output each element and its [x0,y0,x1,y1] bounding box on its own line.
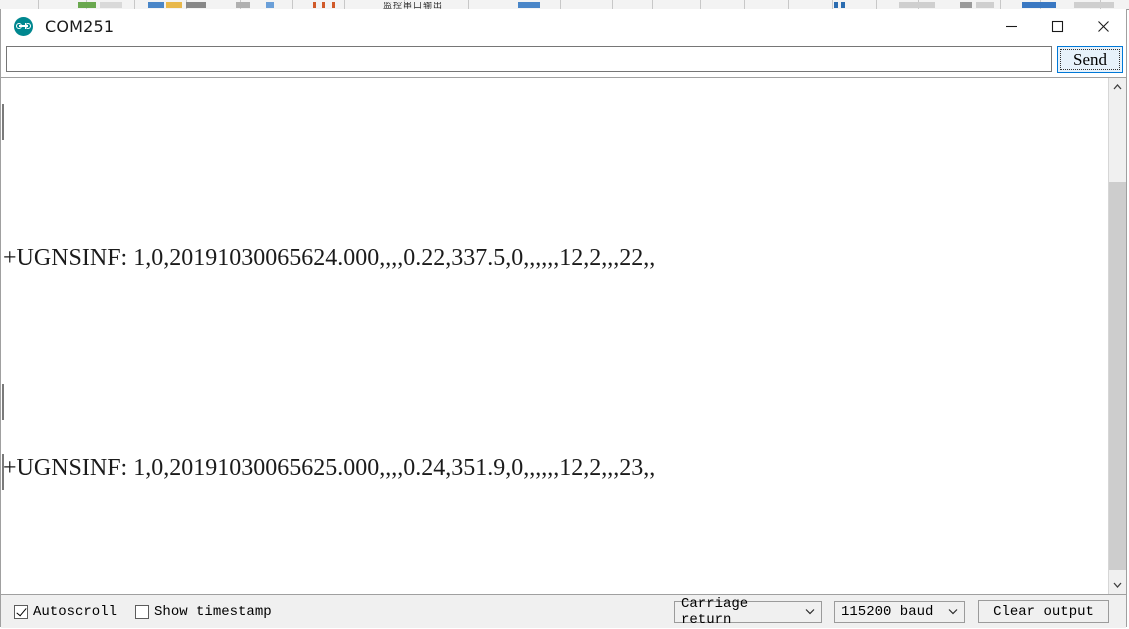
serial-monitor-window: 监控串口输出 COM251 Send +UGNSINF: 1,0,2019103… [0,0,1129,629]
chevron-down-icon [948,608,958,615]
line-ending-select[interactable]: Carriage return [674,596,822,628]
send-button-label: Send [1073,49,1107,69]
baud-rate-value: 115200 baud [841,603,934,620]
baud-rate-select[interactable]: 115200 baud [834,600,965,623]
line-ending-value: Carriage return [681,595,749,628]
window-title: COM251 [45,16,115,36]
title-bar: COM251 [1,9,1126,43]
send-row: Send [1,43,1126,77]
scrollbar-thumb[interactable] [1109,182,1126,570]
send-input[interactable] [6,46,1052,72]
arduino-infinity-icon [14,16,33,36]
window-controls [988,9,1126,43]
serial-output-text: +UGNSINF: 1,0,20191030065624.000,,,,0.22… [3,78,1107,594]
output-line: +UGNSINF: 1,0,20191030065625.000,,,,0.24… [3,455,656,481]
chevron-down-icon [805,608,815,615]
autoscroll-label: Autoscroll [33,603,118,620]
autoscroll-checkbox[interactable]: Autoscroll [14,604,117,620]
chevron-down-icon[interactable] [1109,576,1126,594]
serial-output-area[interactable]: +UGNSINF: 1,0,20191030065624.000,,,,0.22… [1,77,1126,595]
text-caret [2,104,4,140]
clear-output-button[interactable]: Clear output [978,600,1109,623]
minimize-icon[interactable] [988,9,1034,43]
text-caret [2,454,4,490]
output-line: +UGNSINF: 1,0,20191030065624.000,,,,0.22… [3,245,656,271]
footer-right-controls: Carriage return 115200 baud Clear output [674,595,1126,628]
chevron-up-icon[interactable] [1109,78,1126,96]
clear-output-label: Clear output [993,603,1094,620]
show-timestamp-checkbox[interactable]: Show timestamp [135,604,272,620]
close-icon[interactable] [1080,9,1126,43]
vertical-scrollbar[interactable] [1108,78,1126,594]
autoscroll-checkbox-box [14,604,28,619]
send-button[interactable]: Send [1057,46,1123,73]
show-timestamp-checkbox-box [135,604,150,619]
maximize-icon[interactable] [1034,9,1080,43]
text-caret [2,384,4,420]
show-timestamp-label: Show timestamp [154,603,272,620]
background-window-text: 监控串口输出 [383,2,444,9]
footer-bar: Autoscroll Show timestamp Carriage retur… [1,595,1126,628]
